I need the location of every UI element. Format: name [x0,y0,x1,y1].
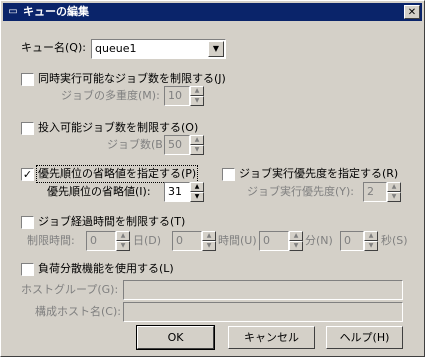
spin-down-icon[interactable]: ▼ [190,192,204,202]
job-multiplicity-value[interactable]: 10 [164,86,190,106]
help-button[interactable]: ヘルプ(H) [326,326,403,349]
exec-priority-checkbox[interactable] [222,168,235,181]
spin-down-icon[interactable]: ▼ [289,241,303,251]
spin-up-icon[interactable]: ▲ [190,135,204,145]
limit-submit-checkbox[interactable] [21,122,34,135]
hostname-field[interactable] [123,302,403,322]
load-balance-label: 負荷分散機能を使用する(L) [38,262,174,275]
queue-name-combo[interactable]: queue1 ▼ [91,39,226,59]
spin-up-icon[interactable]: ▲ [116,231,130,241]
queue-name-label: キュー名(Q): [21,41,86,54]
seconds-value[interactable]: 0 [340,231,364,251]
hostname-label: 構成ホスト名(C): [35,305,121,318]
chevron-down-icon[interactable]: ▼ [208,41,224,57]
spin-down-icon[interactable]: ▼ [116,241,130,251]
days-label: 日(D) [133,234,162,247]
cancel-button[interactable]: キャンセル [228,326,315,349]
exec-priority-spinner[interactable]: 2 ▲ ▼ [363,182,401,202]
minutes-spinner[interactable]: 0 ▲ ▼ [259,231,303,251]
default-priority-value-label: 優先順位の省略値(I): [47,185,151,198]
job-count-label: ジョブ数(B): [107,138,171,151]
spin-up-icon[interactable]: ▲ [190,182,204,192]
close-button[interactable]: ✕ [404,5,420,19]
job-multiplicity-spinner[interactable]: 10 ▲ ▼ [164,86,204,106]
spin-down-icon[interactable]: ▼ [190,96,204,106]
seconds-label: 秒(S) [381,234,408,247]
hours-label: 時間(U) [218,234,257,247]
limit-concurrent-label: 同時実行可能なジョブ数を制限する(J) [38,72,226,85]
host-group-field[interactable] [123,280,403,300]
hours-spinner[interactable]: 0 ▲ ▼ [172,231,216,251]
exec-priority-label: ジョブ実行優先度を指定する(R) [239,167,399,180]
spin-up-icon[interactable]: ▲ [387,182,401,192]
title-bar[interactable]: ▭ キューの編集 ✕ [3,3,422,21]
job-multiplicity-label: ジョブの多重度(M): [61,89,160,102]
spin-down-icon[interactable]: ▼ [387,192,401,202]
days-spinner[interactable]: 0 ▲ ▼ [86,231,130,251]
app-icon: ▭ [8,6,18,17]
limit-concurrent-checkbox[interactable] [21,73,34,86]
default-priority-spinner[interactable]: 31 ▲ ▼ [164,182,204,202]
limit-elapsed-checkbox[interactable] [21,216,34,229]
window-title: キューの編集 [23,5,89,18]
spin-down-icon[interactable]: ▼ [202,241,216,251]
time-limit-label: 制限時間: [27,234,75,247]
queue-name-value: queue1 [95,42,137,55]
spin-up-icon[interactable]: ▲ [202,231,216,241]
job-count-value[interactable]: 50 [164,135,190,155]
minutes-label: 分(N) [305,234,333,247]
spin-down-icon[interactable]: ▼ [190,145,204,155]
ok-button[interactable]: OK [136,325,215,350]
host-group-label: ホストグループ(G): [21,283,119,296]
default-priority-checkbox[interactable]: ✓ [21,168,34,181]
exec-priority-value[interactable]: 2 [363,182,387,202]
limit-elapsed-label: ジョブ経過時間を制限する(T) [38,215,186,228]
spin-up-icon[interactable]: ▲ [364,231,378,241]
default-priority-label: 優先順位の省略値を指定する(P) [35,165,199,183]
job-count-spinner[interactable]: 50 ▲ ▼ [164,135,204,155]
hours-value[interactable]: 0 [172,231,202,251]
seconds-spinner[interactable]: 0 ▲ ▼ [340,231,378,251]
spin-down-icon[interactable]: ▼ [364,241,378,251]
days-value[interactable]: 0 [86,231,116,251]
edit-queue-dialog: ▭ キューの編集 ✕ キュー名(Q): queue1 ▼ 同時実行可能なジョブ数… [0,0,425,357]
exec-priority-value-label: ジョブ実行優先度(Y): [247,185,355,198]
spin-up-icon[interactable]: ▲ [190,86,204,96]
spin-up-icon[interactable]: ▲ [289,231,303,241]
minutes-value[interactable]: 0 [259,231,289,251]
load-balance-checkbox[interactable] [21,263,34,276]
check-mark-icon: ✓ [22,168,33,181]
limit-submit-label: 投入可能ジョブ数を制限する(O) [38,121,199,134]
default-priority-value[interactable]: 31 [164,182,190,202]
